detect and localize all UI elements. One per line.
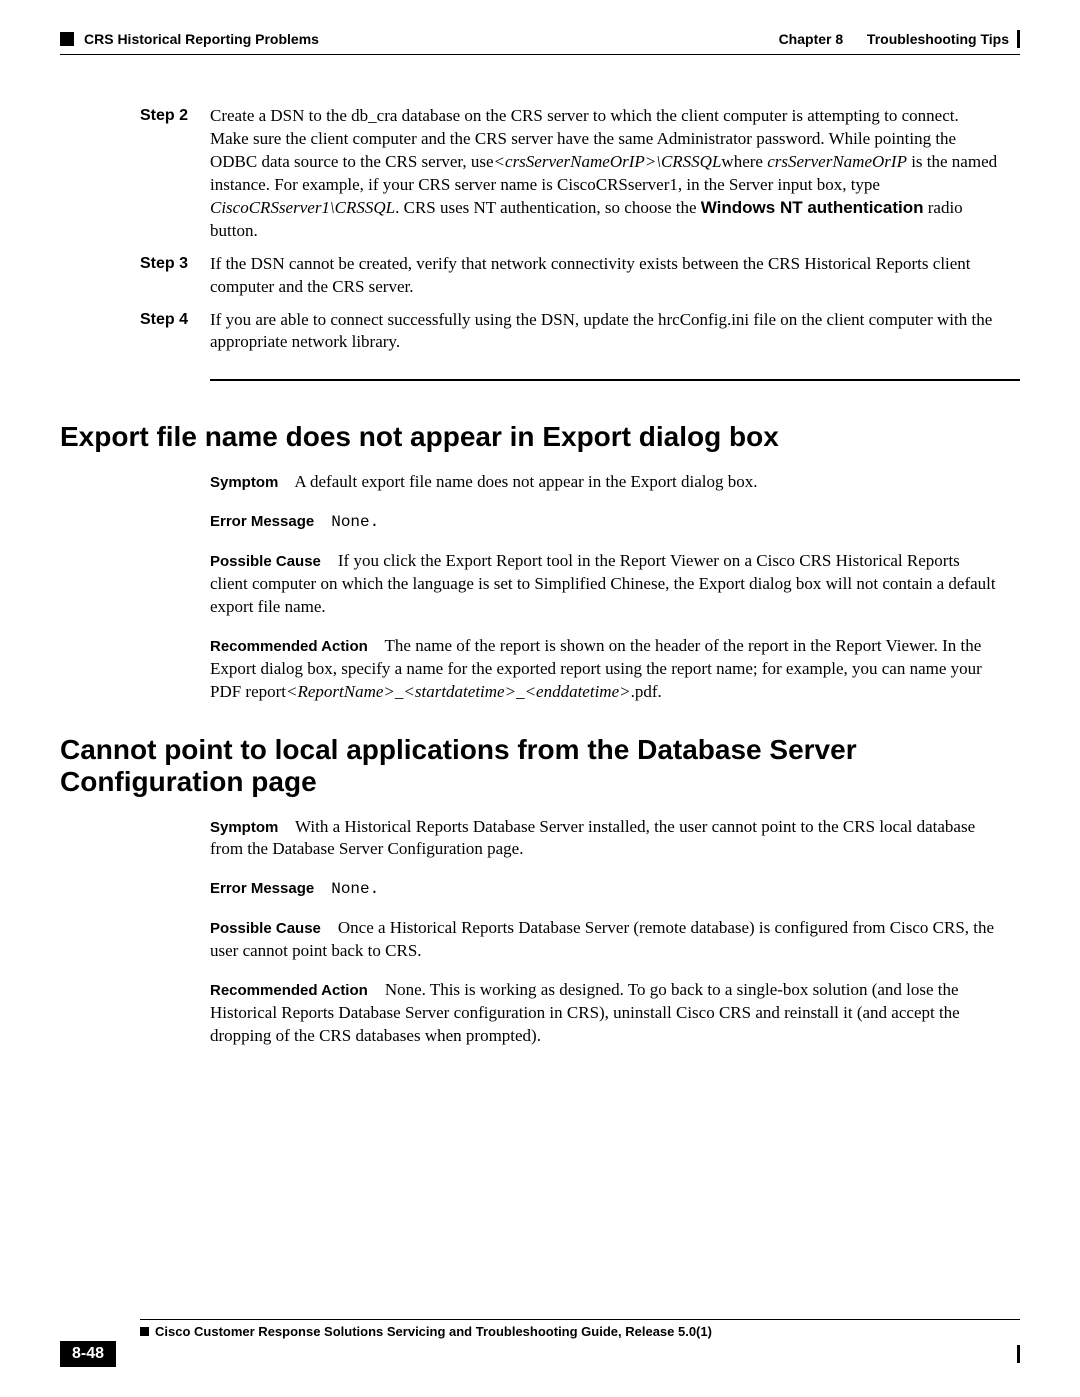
symptom-text: A default export file name does not appe…: [294, 472, 757, 491]
cause-label: Possible Cause: [210, 553, 321, 570]
symptom-label: Symptom: [210, 819, 278, 836]
symptom-label: Symptom: [210, 474, 278, 491]
symptom-text: With a Historical Reports Database Serve…: [210, 817, 975, 859]
section-divider: [210, 379, 1020, 381]
header-chapter-title: Troubleshooting Tips: [867, 31, 1009, 47]
step-label: Step 4: [140, 309, 210, 355]
action-label: Recommended Action: [210, 638, 368, 655]
step-label: Step 2: [140, 105, 210, 243]
header-rule: [60, 54, 1020, 55]
footer-marker-icon: [140, 1327, 149, 1336]
page-number: 8-48: [60, 1341, 116, 1367]
page-header: CRS Historical Reporting Problems Chapte…: [60, 30, 1020, 48]
cause-label: Possible Cause: [210, 920, 321, 937]
header-section-title: CRS Historical Reporting Problems: [84, 31, 319, 47]
footer-bar-icon: [1017, 1345, 1020, 1363]
header-marker-icon: [60, 32, 74, 46]
step-3: Step 3 If the DSN cannot be created, ver…: [140, 253, 1000, 299]
footer-rule: [140, 1319, 1020, 1320]
step-label: Step 3: [140, 253, 210, 299]
step-2: Step 2 Create a DSN to the db_cra databa…: [140, 105, 1000, 243]
section-heading-export: Export file name does not appear in Expo…: [60, 421, 1020, 453]
step-body: If the DSN cannot be created, verify tha…: [210, 253, 1000, 299]
error-label: Error Message: [210, 880, 314, 897]
section-body-export: Symptom A default export file name does …: [210, 471, 1000, 703]
step-body: Create a DSN to the db_cra database on t…: [210, 105, 1000, 243]
header-chapter-label: Chapter 8: [779, 31, 844, 47]
action-label: Recommended Action: [210, 982, 368, 999]
section-body-dbconfig: Symptom With a Historical Reports Databa…: [210, 816, 1000, 1048]
footer-doc-title: Cisco Customer Response Solutions Servic…: [155, 1324, 712, 1339]
section-heading-dbconfig: Cannot point to local applications from …: [60, 734, 1020, 798]
step-4: Step 4 If you are able to connect succes…: [140, 309, 1000, 355]
error-label: Error Message: [210, 513, 314, 530]
error-text: None.: [331, 513, 379, 531]
step-body: If you are able to connect successfully …: [210, 309, 1000, 355]
page-footer: Cisco Customer Response Solutions Servic…: [60, 1319, 1020, 1367]
header-bar-icon: [1017, 30, 1020, 48]
error-text: None.: [331, 880, 379, 898]
steps-block: Step 2 Create a DSN to the db_cra databa…: [140, 105, 1000, 354]
